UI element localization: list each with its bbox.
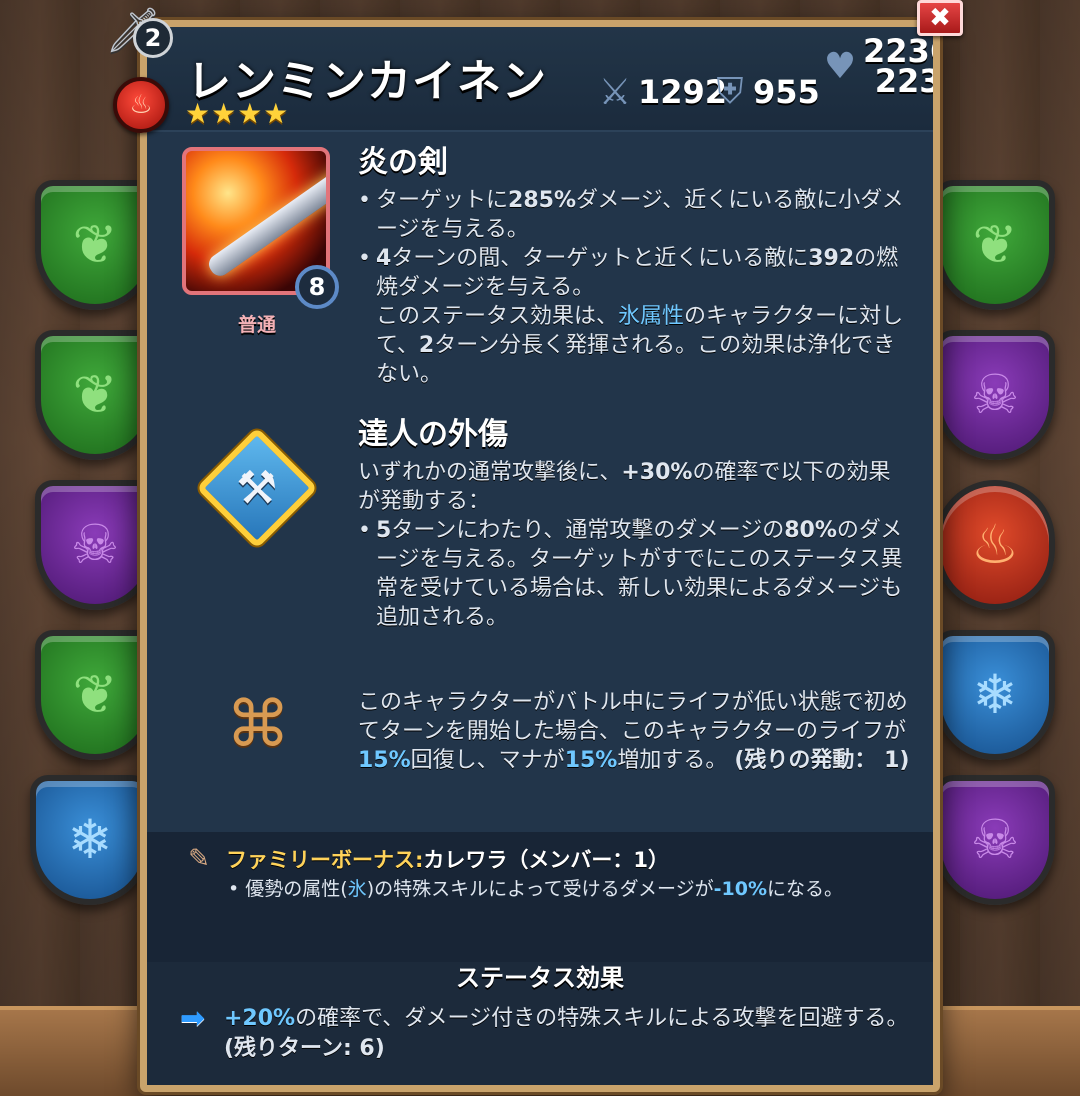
family-bonus-description: • 優勢の属性(氷)の特殊スキルによって受けるダメージが-10%になる。	[228, 878, 844, 900]
shield-icon: ⛨	[716, 71, 744, 112]
family-bonus-label: ファミリーボーナス:	[226, 848, 424, 872]
family-bonus-title-row: ✎ ファミリーボーナス:カレワラ（メンバー：1）	[182, 842, 669, 876]
flame-icon: ♨	[970, 513, 1020, 576]
defense-stat: ⛨ 955	[707, 67, 820, 117]
skull-icon: ☠	[70, 513, 120, 576]
family-name: カレワラ（メンバー：1）	[423, 848, 670, 872]
feather-icon: ✎	[188, 844, 210, 874]
skull-icon: ☠	[970, 808, 1020, 871]
health-stat: ♥ 2236/ 2236	[817, 35, 933, 97]
nature-gem-tile: ❦	[35, 180, 155, 310]
passive-skill-description: 達人の外傷 いずれかの通常攻撃後に、+30%の確率で以下の効果が発動する： • …	[358, 416, 910, 632]
ice-gem-tile: ❄	[935, 630, 1055, 760]
ice-gem-tile: ❄	[30, 775, 150, 905]
close-button[interactable]: ✖	[917, 0, 963, 36]
defense-value: 955	[753, 73, 820, 111]
special-note: このステータス効果は、氷属性のキャラクターに対して、2ターン分長く発揮される。こ…	[376, 304, 904, 387]
nature-gem-tile: ❦	[35, 330, 155, 460]
special-skill-level: 8	[295, 265, 339, 309]
leaf-icon: ❦	[972, 213, 1018, 276]
fire-icon: ♨	[129, 90, 153, 120]
leaf-icon: ❦	[72, 663, 118, 726]
special-bullet-2: • 4ターンの間、ターゲットと近くにいる敵に392の燃焼ダメージを与える。	[358, 246, 899, 300]
hero-header: レンミンカイネン ★★★★ ⚔ 1292 ⛨ 955 ♥ 2236/ 2236	[147, 27, 933, 132]
health-max: 2236	[874, 62, 940, 100]
trait-description: このキャラクターがバトル中にライフが低い状態で初めてターンを開始した場合、このキ…	[358, 690, 910, 773]
dark-gem-tile: ☠	[935, 775, 1055, 905]
special-skill-rarity: 普通	[237, 314, 276, 336]
dark-gem-tile: ☠	[935, 330, 1055, 460]
status-effect-text: +20%の確率で、ダメージ付きの特殊スキルによる攻撃を回避する。(残りターン: …	[224, 1006, 909, 1061]
hero-stars: ★★★★	[185, 97, 290, 130]
special-skill-title: 炎の剣	[358, 145, 448, 180]
snowflake-icon: ❄	[67, 808, 113, 871]
skull-icon: ☠	[970, 363, 1020, 426]
special-skill-description: 炎の剣 • ターゲットに285%ダメージ、近くにいる敵に小ダメージを与える。 •…	[358, 144, 910, 389]
sword-icon: ⚔	[598, 71, 632, 113]
flame-sword-icon	[205, 164, 326, 280]
nature-gem-tile: ❦	[35, 630, 155, 760]
snowflake-icon: ❄	[972, 663, 1018, 726]
passive-skill-icon[interactable]: ⚒	[196, 427, 318, 549]
trait-knot-icon[interactable]: ⌘	[218, 685, 298, 765]
passive-bullet-1: • 5ターンにわたり、通常攻撃のダメージの80%のダメージを与える。ターゲットが…	[358, 518, 903, 630]
special-bullet-1: • ターゲットに285%ダメージ、近くにいる敵に小ダメージを与える。	[358, 188, 904, 242]
heart-icon: ♥	[823, 45, 857, 87]
hero-level-badge: 🗡 2	[105, 0, 175, 60]
status-effect-row: ➡ +20%の確率で、ダメージ付きの特殊スキルによる攻撃を回避する。(残りターン…	[180, 1004, 910, 1064]
status-effects-heading: ステータス効果	[456, 964, 624, 992]
passive-skill-title: 達人の外傷	[358, 417, 508, 452]
hero-level: 2	[133, 18, 173, 58]
fire-element-badge: ♨	[113, 77, 169, 133]
leaf-icon: ❦	[72, 363, 118, 426]
arrow-right-icon: ➡	[180, 1001, 206, 1036]
fire-gem-tile: ♨	[935, 480, 1055, 610]
nature-gem-tile: ❦	[935, 180, 1055, 310]
dark-gem-tile: ☠	[35, 480, 155, 610]
passive-intro: いずれかの通常攻撃後に、+30%の確率で以下の効果が発動する：	[358, 460, 891, 514]
leaf-icon: ❦	[72, 213, 118, 276]
axe-icon: ⚒	[236, 461, 278, 515]
